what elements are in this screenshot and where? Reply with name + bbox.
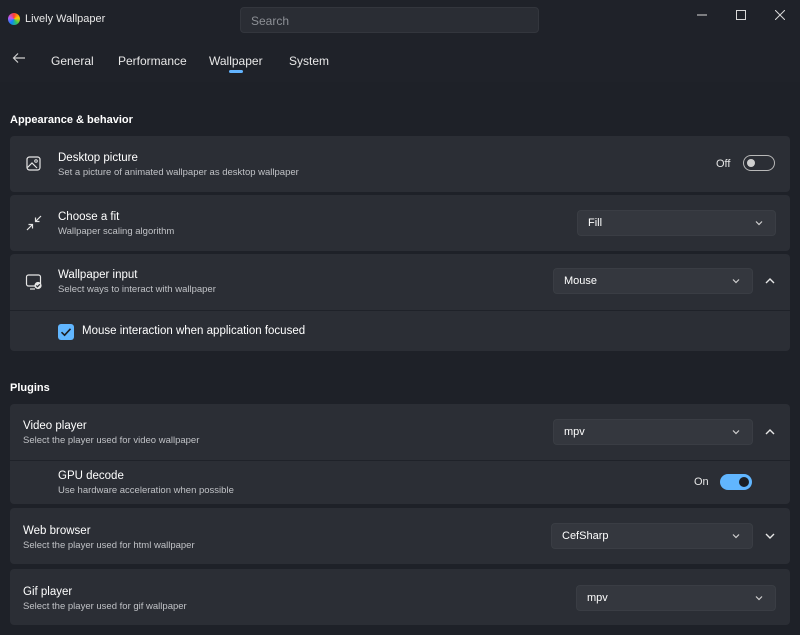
web-browser-title: Web browser [23,525,91,537]
tab-system[interactable]: System [289,54,329,68]
gif-player-card: Gif player Select the player used for gi… [10,569,790,625]
gpu-decode-toggle[interactable] [720,474,752,490]
chevron-down-expander-icon[interactable] [763,529,777,543]
web-browser-dropdown-value: CefSharp [562,530,609,542]
shrink-icon [26,215,42,231]
minimize-icon [697,14,707,16]
chevron-down-icon [732,430,740,435]
app-logo-icon [8,13,20,25]
close-button[interactable] [760,0,800,28]
desktop-picture-toggle-label: Off [716,158,731,170]
gif-player-dropdown-value: mpv [587,592,608,604]
gif-player-dropdown[interactable]: mpv [576,585,776,611]
desktop-picture-card: Desktop picture Set a picture of animate… [10,136,790,192]
gpu-decode-title: GPU decode [58,470,124,482]
divider [10,460,790,461]
title-bar: Lively Wallpaper [0,0,800,40]
wallpaper-input-card: Wallpaper input Select ways to interact … [10,254,790,351]
chevron-down-icon [755,221,763,226]
desktop-picture-title: Desktop picture [58,152,138,164]
checkmark-icon [60,328,72,337]
fit-dropdown-value: Fill [588,217,603,229]
choose-fit-card: Choose a fit Wallpaper scaling algorithm… [10,195,790,251]
mouse-interaction-checkbox[interactable] [58,324,74,340]
section-title-appearance: Appearance & behavior [10,114,133,126]
active-tab-indicator [229,70,243,73]
gpu-decode-subtitle: Use hardware acceleration when possible [58,485,234,496]
app-title: Lively Wallpaper [25,13,106,25]
maximize-button[interactable] [721,0,761,28]
web-browser-card: Web browser Select the player used for h… [10,508,790,564]
web-browser-subtitle: Select the player used for html wallpape… [23,540,195,551]
chevron-down-icon [755,596,763,601]
search-input[interactable] [249,13,533,29]
gpu-decode-toggle-label: On [694,476,709,488]
video-player-subtitle: Select the player used for video wallpap… [23,435,200,446]
divider [10,310,790,311]
nav-bar: General Performance Wallpaper System [0,40,800,82]
maximize-icon [736,9,746,20]
chevron-up-icon[interactable] [763,274,777,288]
input-dropdown[interactable]: Mouse [553,268,753,294]
desktop-picture-subtitle: Set a picture of animated wallpaper as d… [58,167,299,178]
web-browser-dropdown[interactable]: CefSharp [551,523,753,549]
section-title-plugins: Plugins [10,382,50,394]
close-icon [774,9,786,21]
choose-fit-subtitle: Wallpaper scaling algorithm [58,226,175,237]
search-box[interactable] [240,7,539,33]
chevron-down-icon [732,279,740,284]
gif-player-title: Gif player [23,586,73,598]
desktop-picture-toggle[interactable] [743,155,775,171]
input-dropdown-value: Mouse [564,275,598,287]
back-button[interactable] [12,51,30,69]
tab-general[interactable]: General [51,54,94,68]
tab-wallpaper[interactable]: Wallpaper [209,54,263,68]
screen-check-icon [25,274,42,290]
video-player-dropdown-value: mpv [564,426,585,438]
video-player-card: Video player Select the player used for … [10,404,790,504]
back-arrow-icon [12,53,25,63]
tab-performance[interactable]: Performance [118,54,187,68]
fit-dropdown[interactable]: Fill [577,210,776,236]
chevron-down-icon [732,534,740,539]
chevron-up-icon[interactable] [763,425,777,439]
video-player-dropdown[interactable]: mpv [553,419,753,445]
video-player-title: Video player [23,420,87,432]
wallpaper-input-title: Wallpaper input [58,269,138,281]
choose-fit-title: Choose a fit [58,211,120,223]
mouse-interaction-label: Mouse interaction when application focus… [82,325,306,337]
minimize-button[interactable] [682,0,722,28]
image-icon [26,156,41,171]
wallpaper-input-subtitle: Select ways to interact with wallpaper [58,284,216,295]
gif-player-subtitle: Select the player used for gif wallpaper [23,601,187,612]
